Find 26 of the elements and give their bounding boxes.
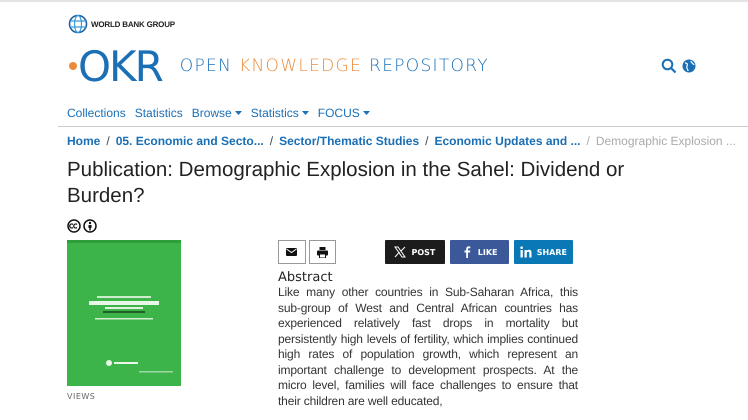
abstract-text: Like many other countries in Sub-Saharan Africa, this sub-group of West and Central African countries has experienced relatively fast drops in mortality but persistently high levels of fertility, which implies continued high rates of population growth, which represent an important challenge to development prospects. At the micro level, families will face challenges to ensure that their children are well educated, xyxy=(278,285,578,409)
site-title-word: KNOWLEDGE xyxy=(239,56,362,76)
separator-slash: / xyxy=(106,134,110,148)
separator-slash: / xyxy=(425,134,428,148)
breadcrumb-link[interactable]: Home xyxy=(67,134,100,148)
nav-link[interactable]: FOCUS xyxy=(318,106,370,120)
breadcrumb-link[interactable]: Economic Updates and ... xyxy=(434,134,580,148)
page-title: Publication: Demographic Explosion in the Sahel: Dividend or Burden? xyxy=(67,157,626,209)
breadcrumb-current: Demographic Explosion ... xyxy=(596,134,736,148)
nav-link[interactable]: Statistics xyxy=(250,106,309,120)
breadcrumb-link[interactable]: 05. Economic and Secto... xyxy=(116,134,264,148)
separator-slash: / xyxy=(586,134,590,148)
site-logo[interactable]: OKR xyxy=(78,42,162,90)
share-button[interactable]: SHARE xyxy=(514,240,573,264)
site-title-word: REPOSITORY xyxy=(369,56,489,76)
breadcrumb-link[interactable]: Sector/Thematic Studies xyxy=(279,134,420,148)
nav-link[interactable]: Statistics xyxy=(134,106,183,120)
views-label: VIEWS xyxy=(67,392,96,401)
nav-link[interactable]: Collections xyxy=(67,106,126,120)
group-name: WORLD BANK GROUP xyxy=(91,20,175,28)
share-button[interactable]: POST xyxy=(385,240,445,264)
separator-slash: / xyxy=(270,134,274,148)
nav-link[interactable]: Browse xyxy=(192,106,242,120)
share-button[interactable]: LIKE xyxy=(450,240,509,264)
site-title-word: OPEN xyxy=(180,56,232,76)
section-heading: Abstract xyxy=(278,270,334,285)
